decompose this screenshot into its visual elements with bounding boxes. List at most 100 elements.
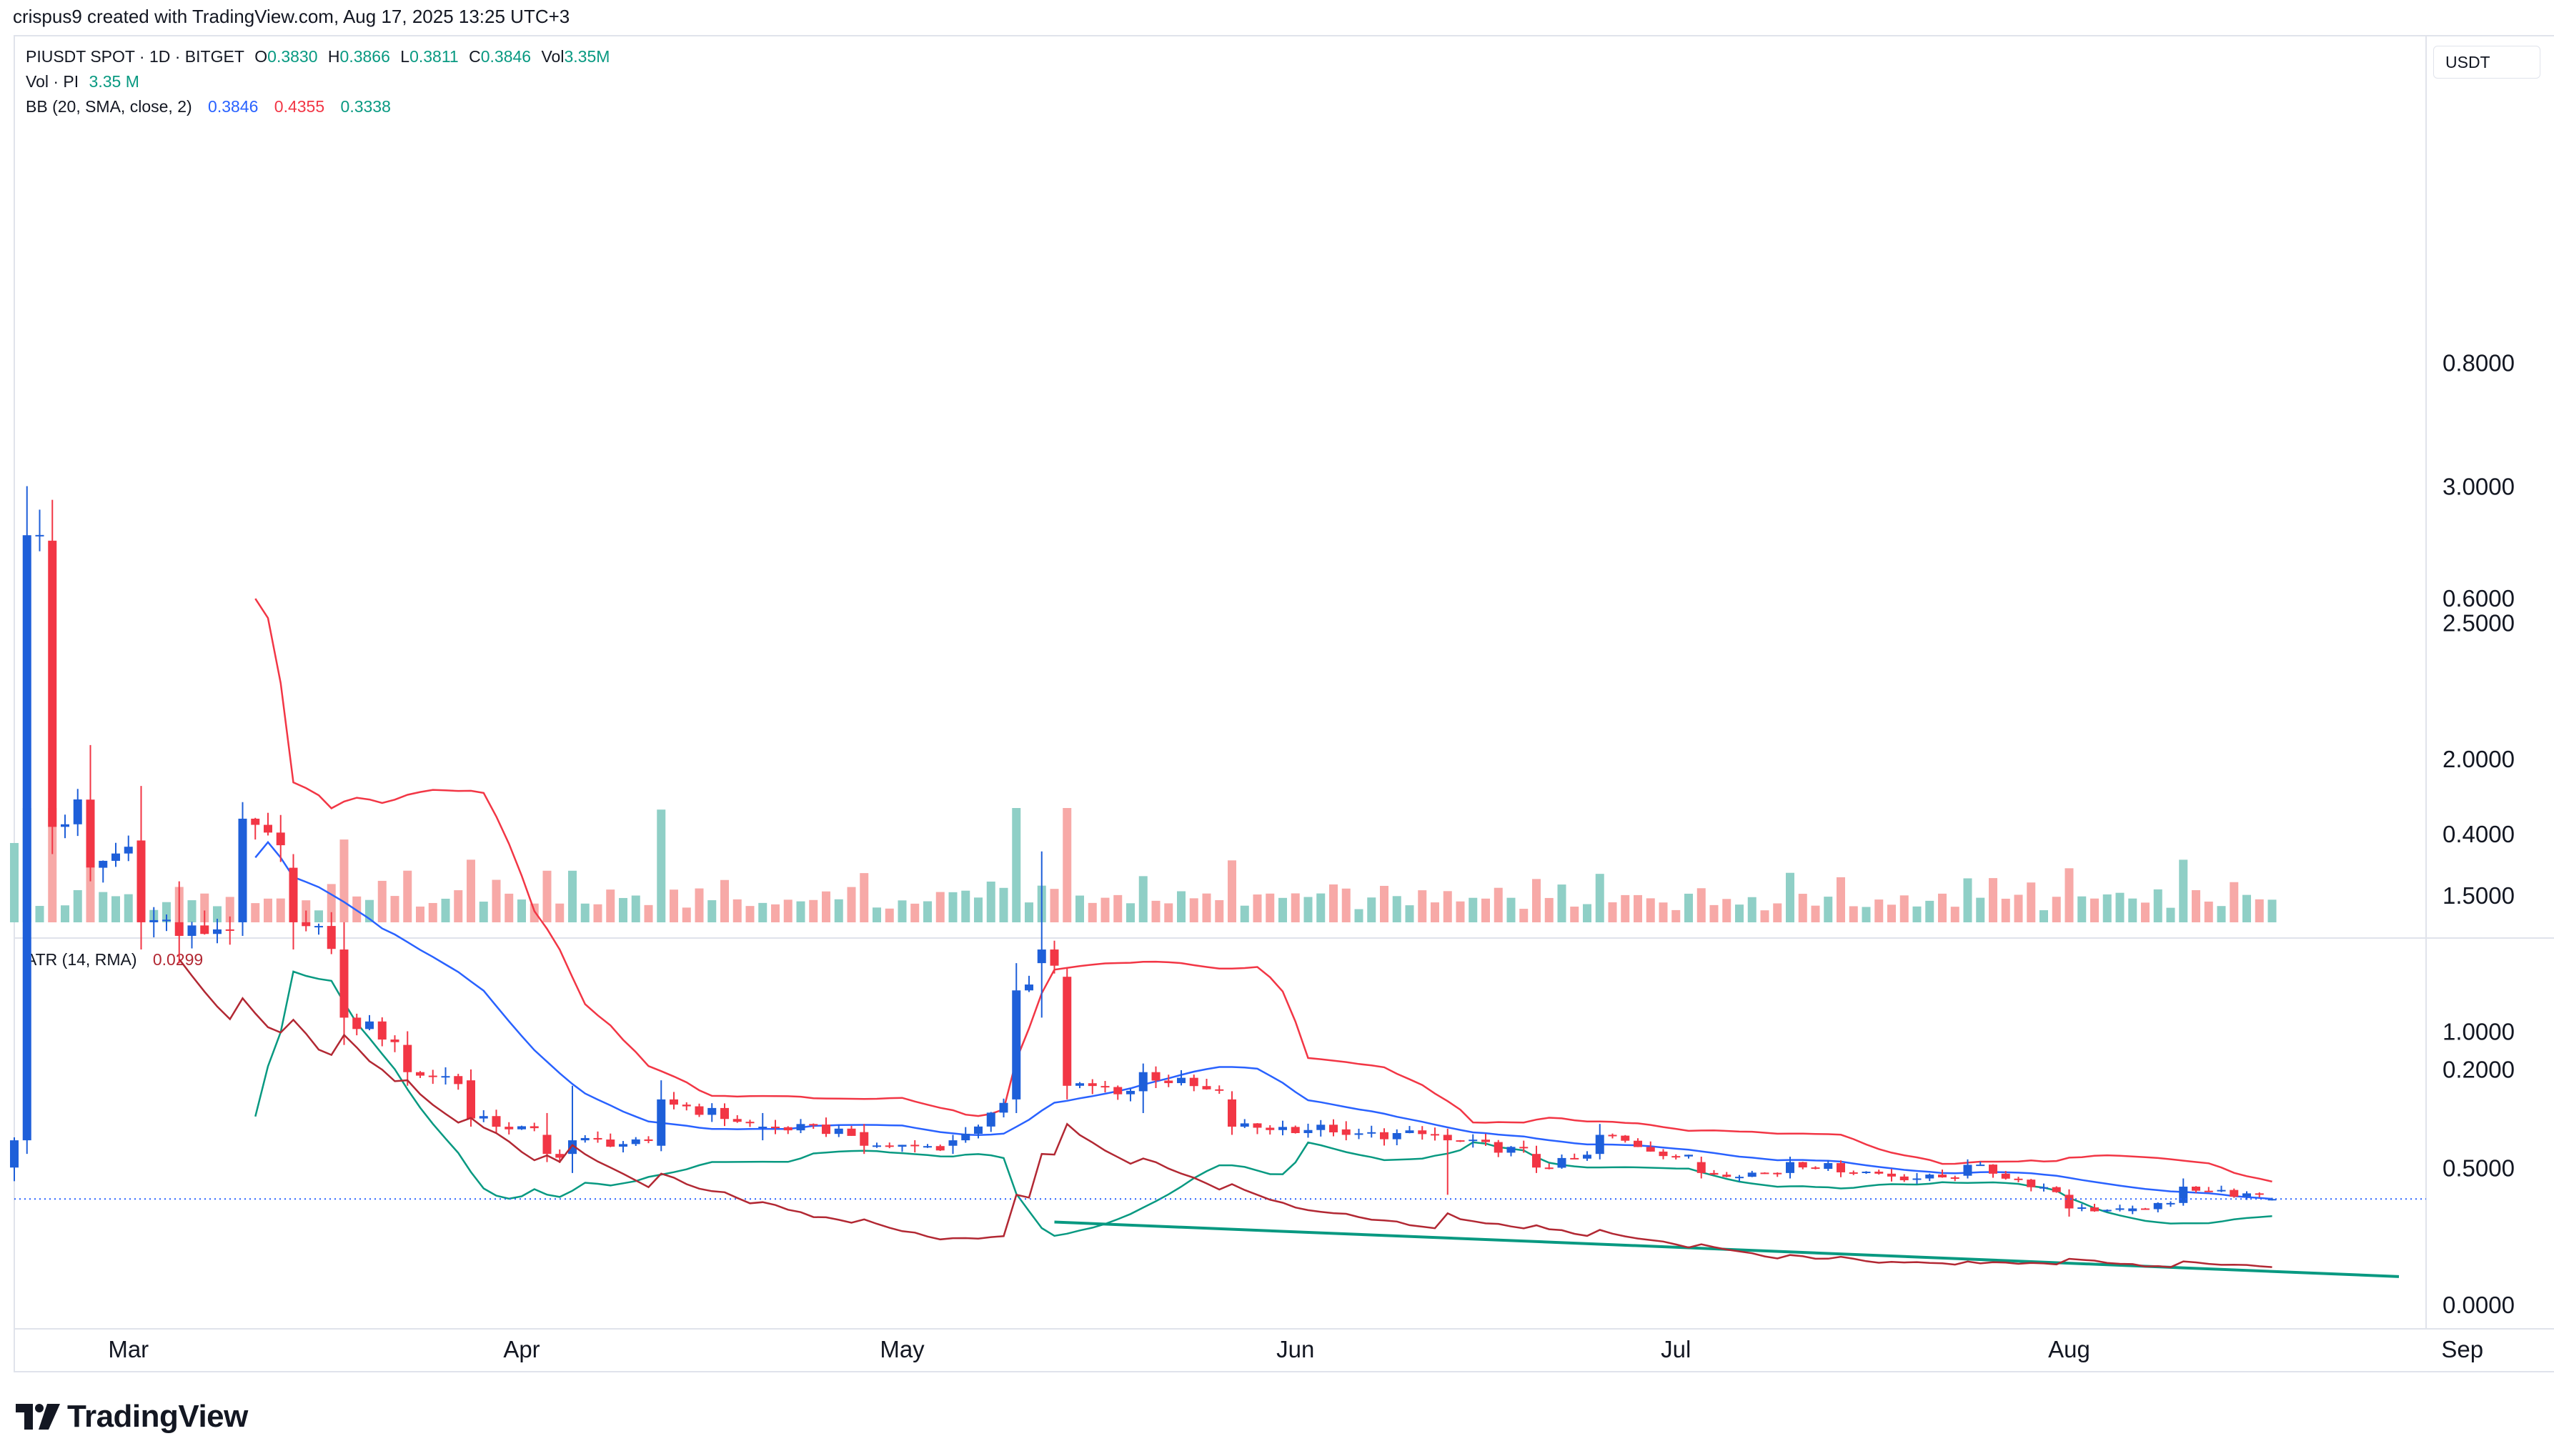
volume-bar	[568, 871, 577, 922]
volume-bar	[1126, 903, 1135, 922]
volume-bar	[340, 839, 349, 922]
candle-body	[1646, 1147, 1655, 1152]
candle-body	[289, 868, 298, 922]
candle-body	[1228, 1100, 1236, 1127]
volume-bar	[555, 904, 564, 922]
candle-body	[314, 926, 323, 927]
volume-bar	[1824, 897, 1832, 922]
volume-bar	[1088, 903, 1097, 922]
volume-bar	[645, 905, 653, 922]
candle-body	[606, 1140, 615, 1147]
volume-bar	[442, 899, 450, 922]
candle-body	[784, 1127, 792, 1130]
candle-body	[885, 1145, 894, 1147]
volume-bar	[2154, 889, 2162, 922]
volume-bar	[2103, 894, 2112, 922]
volume-bar	[1874, 899, 1883, 922]
volume-bar	[1012, 808, 1020, 922]
volume-bar	[657, 809, 665, 922]
volume-bar	[848, 887, 856, 922]
volume-bar	[1164, 903, 1173, 922]
candle-body	[1406, 1130, 1414, 1133]
candle-body	[1481, 1140, 1490, 1142]
price-axis-tick: 2.5000	[2443, 609, 2515, 636]
candle-body	[2065, 1195, 2074, 1208]
candle-body	[974, 1127, 983, 1134]
volume-bar	[1659, 902, 1668, 922]
volume-bar	[594, 904, 602, 922]
candle-body	[302, 922, 310, 926]
volume-bar	[1190, 898, 1198, 922]
volume-bar	[695, 889, 704, 922]
time-axis-tick: Mar	[108, 1336, 149, 1362]
atr-axis-tick: 0.4000	[2443, 821, 2515, 847]
volume-bar	[2116, 893, 2125, 922]
candle-body	[2205, 1191, 2213, 1192]
volume-bar	[111, 896, 120, 922]
candle-body	[1862, 1172, 1871, 1173]
candle-body	[1038, 949, 1046, 963]
volume-bar	[1938, 894, 1947, 922]
candle-body	[797, 1124, 805, 1130]
volume-bar	[1355, 909, 1363, 922]
candle-body	[23, 535, 31, 1140]
volume-bar	[480, 902, 488, 922]
volume-bar	[1393, 896, 1401, 922]
candle-body	[2154, 1203, 2162, 1210]
price-axis-tick: 3.0000	[2443, 474, 2515, 500]
volume-bar	[1519, 909, 1528, 922]
candle-body	[1849, 1172, 1858, 1174]
volume-bar	[2268, 899, 2277, 922]
candle-body	[1152, 1072, 1161, 1081]
volume-bar	[1558, 884, 1566, 922]
candle-body	[1291, 1127, 1300, 1133]
volume-bar	[746, 906, 755, 922]
volume-bar	[2090, 899, 2099, 922]
candle-body	[1190, 1078, 1198, 1087]
time-axis-tick: Apr	[503, 1336, 540, 1362]
volume-bar	[2039, 910, 2048, 922]
candle-body	[162, 919, 171, 921]
volume-bar	[733, 899, 742, 922]
candle-body	[746, 1122, 755, 1123]
candle-body	[1634, 1141, 1642, 1147]
volume-bar	[2230, 882, 2238, 922]
volume-bar	[784, 899, 792, 922]
volume-bar	[403, 871, 412, 922]
atr-axis-tick: 0.0000	[2443, 1292, 2515, 1318]
candle-body	[1545, 1167, 1554, 1169]
volume-bar	[1203, 894, 1211, 922]
candle-body	[530, 1126, 539, 1128]
candle-body	[2014, 1179, 2023, 1180]
volume-bar	[391, 896, 399, 922]
candle-body	[391, 1039, 399, 1042]
volume-bar	[2217, 906, 2226, 922]
candle-body	[1177, 1078, 1186, 1083]
volume-bar	[885, 909, 894, 922]
volume-bar	[530, 904, 539, 922]
candle-body	[822, 1125, 830, 1134]
volume-bar	[910, 904, 919, 922]
candle-body	[1507, 1147, 1516, 1152]
tradingview-logo[interactable]: TradingView	[16, 1399, 248, 1435]
price-chart-svg[interactable]: 3.00002.50002.00001.50001.00000.50000.80…	[0, 0, 2554, 1456]
volume-bar	[2065, 868, 2074, 922]
volume-bar	[1812, 906, 1820, 922]
candle-body	[1355, 1133, 1363, 1135]
candle-body	[1304, 1130, 1313, 1133]
volume-bar	[1266, 894, 1274, 922]
volume-bar	[2205, 902, 2213, 922]
volume-bar	[758, 903, 767, 922]
candle-body	[835, 1129, 843, 1134]
candle-body	[873, 1145, 881, 1147]
volume-bar	[1849, 906, 1858, 922]
volume-bar	[188, 900, 197, 922]
volume-bar	[1481, 899, 1490, 922]
volume-bar	[505, 894, 513, 922]
candle-body	[403, 1045, 412, 1072]
atr-line	[179, 959, 2272, 1267]
candle-body	[1596, 1135, 1604, 1154]
volume-bar	[74, 890, 82, 922]
candle-body	[480, 1116, 488, 1118]
candle-body	[961, 1134, 970, 1140]
